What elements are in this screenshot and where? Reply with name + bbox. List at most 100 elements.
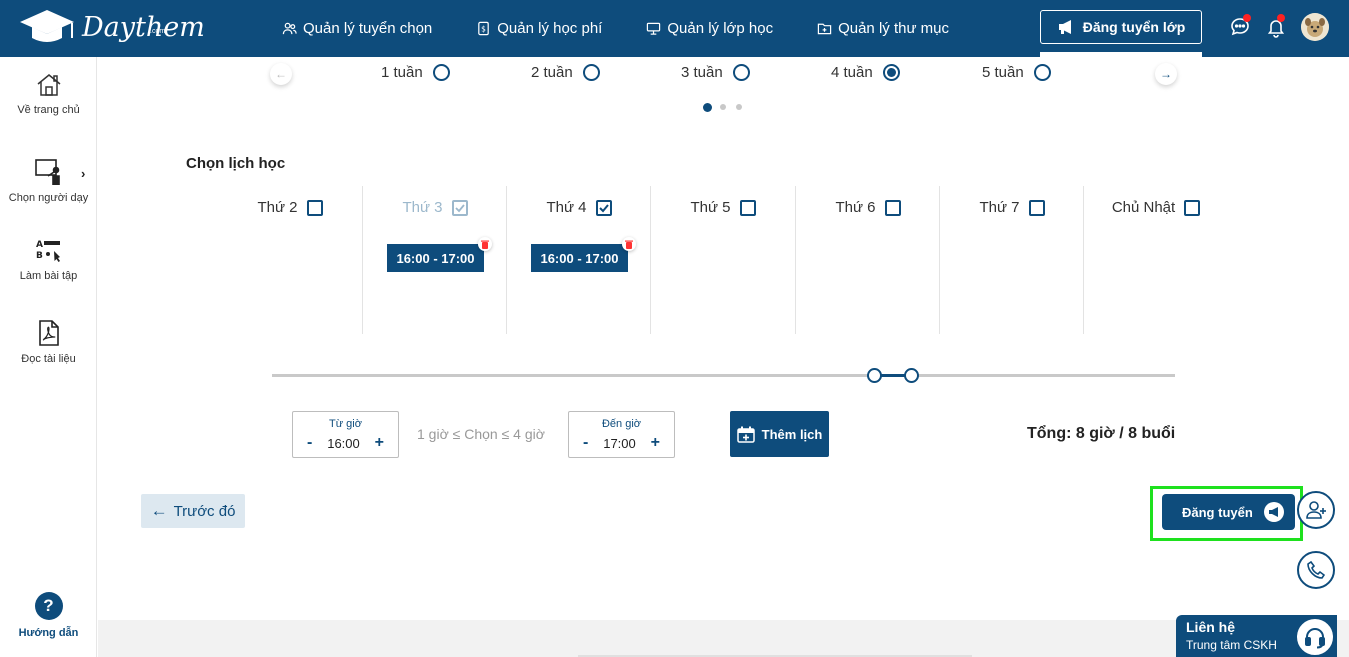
day-toggle[interactable]: Thứ 3 xyxy=(363,199,507,216)
time-slot[interactable]: 16:00 - 17:00 xyxy=(531,237,636,272)
day-checkbox[interactable] xyxy=(884,199,901,216)
day-column-wed: Thứ 4 16:00 - 17:00 xyxy=(506,186,650,334)
sidebar-item-documents[interactable]: Đọc tài liệu xyxy=(0,319,97,365)
pagination-dot[interactable] xyxy=(736,104,742,110)
post-class-button[interactable]: Đăng tuyển lớp xyxy=(1040,10,1202,44)
logo[interactable]: Daythem xyxy=(18,8,205,46)
day-toggle[interactable]: Thứ 5 xyxy=(651,199,795,216)
sidebar-item-home[interactable]: Về trang chủ xyxy=(0,72,97,116)
carousel-next-icon[interactable]: → xyxy=(1155,63,1177,85)
week-label: 1 tuần xyxy=(381,64,423,81)
exercise-icon: AB xyxy=(36,240,60,262)
check-icon xyxy=(454,203,465,212)
contact-support-widget[interactable]: Liên hệ Trung tâm CSKH xyxy=(1176,615,1337,657)
day-checkbox[interactable] xyxy=(306,199,323,216)
add-schedule-label: Thêm lịch xyxy=(761,426,823,442)
week-radio[interactable] xyxy=(582,64,600,81)
submit-post-button[interactable]: Đăng tuyển xyxy=(1162,494,1295,530)
pagination-dot[interactable] xyxy=(720,104,726,110)
end-time-stepper: Đến giờ - 17:00 + xyxy=(568,411,675,458)
carousel-prev-icon[interactable]: ← xyxy=(270,63,292,85)
day-column-sat: Thứ 7 xyxy=(939,186,1083,334)
day-toggle[interactable]: Chủ Nhật xyxy=(1084,199,1228,216)
week-label: 4 tuần xyxy=(831,64,873,81)
increase-end-button[interactable]: + xyxy=(651,434,660,452)
arrow-left-icon: ← xyxy=(150,501,168,520)
help-label: Hướng dẫn xyxy=(18,627,79,639)
add-friend-button[interactable] xyxy=(1297,491,1335,529)
pagination-dot-active[interactable] xyxy=(703,102,712,112)
avatar[interactable] xyxy=(1301,13,1329,41)
previous-button[interactable]: ← Trước đó xyxy=(141,494,245,528)
end-time-label: Đến giờ xyxy=(601,418,641,430)
time-range-track[interactable] xyxy=(272,374,1175,377)
graduation-cap-icon xyxy=(20,10,74,42)
add-schedule-button[interactable]: Thêm lịch xyxy=(730,411,829,457)
day-checkbox[interactable] xyxy=(1028,199,1045,216)
day-checkbox[interactable] xyxy=(739,199,756,216)
chevron-right-icon[interactable]: › xyxy=(81,166,85,181)
total-summary: Tổng: 8 giờ / 8 buổi xyxy=(1027,425,1176,442)
help-link[interactable]: ? Hướng dẫn xyxy=(0,592,97,639)
week-radio-selected[interactable] xyxy=(882,64,900,81)
day-column-thu: Thứ 5 xyxy=(650,186,794,334)
phone-icon xyxy=(1307,560,1326,579)
sidebar-item-label: Về trang chủ xyxy=(17,104,80,116)
time-slot[interactable]: 16:00 - 17:00 xyxy=(387,237,492,272)
week-option-5[interactable]: 5 tuần xyxy=(982,64,1051,81)
classroom-icon xyxy=(647,22,661,35)
headset-icon xyxy=(1295,617,1335,657)
increase-start-button[interactable]: + xyxy=(375,434,384,452)
day-toggle[interactable]: Thứ 2 xyxy=(218,199,362,216)
check-icon xyxy=(598,203,609,212)
week-option-2[interactable]: 2 tuần xyxy=(531,64,600,81)
sidebar-item-label: Chọn người dạy xyxy=(8,192,89,204)
week-radio[interactable] xyxy=(732,64,750,81)
day-column-tue: Thứ 3 16:00 - 17:00 xyxy=(362,186,506,334)
megaphone-icon xyxy=(1264,502,1284,522)
user-plus-icon xyxy=(1306,501,1326,519)
main-nav: Quản lý tuyển chọn $ Quản lý học phí Quả… xyxy=(282,0,993,57)
teacher-icon xyxy=(34,159,60,185)
delete-slot-button[interactable] xyxy=(622,237,636,251)
call-button[interactable] xyxy=(1297,551,1335,589)
decrease-end-button[interactable]: - xyxy=(583,434,588,452)
decrease-start-button[interactable]: - xyxy=(307,434,312,452)
nav-classes[interactable]: Quản lý lớp học xyxy=(646,20,773,37)
day-column-fri: Thứ 6 xyxy=(795,186,939,334)
day-checkbox-checked[interactable] xyxy=(595,199,612,216)
nav-folders[interactable]: Quản lý thư mục xyxy=(817,20,949,37)
day-label: Thứ 4 xyxy=(546,199,587,216)
nav-selection[interactable]: Quản lý tuyển chọn xyxy=(282,20,432,37)
week-option-1[interactable]: 1 tuần xyxy=(381,64,450,81)
time-range-start-handle[interactable] xyxy=(866,368,882,383)
svg-text:B: B xyxy=(36,251,43,261)
post-button-underline xyxy=(1040,52,1202,57)
delete-slot-button[interactable] xyxy=(478,237,492,251)
nav-tuition[interactable]: $ Quản lý học phí xyxy=(476,20,602,37)
start-time-stepper: Từ giờ - 16:00 + xyxy=(292,411,399,458)
day-toggle[interactable]: Thứ 6 xyxy=(796,199,940,216)
svg-text:$: $ xyxy=(481,24,486,33)
question-icon: ? xyxy=(34,592,63,620)
sidebar: Về trang chủ Chọn người dạy › AB Làm bài… xyxy=(0,57,97,657)
carousel-pagination xyxy=(703,102,752,112)
day-toggle[interactable]: Thứ 4 xyxy=(507,199,651,216)
day-toggle[interactable]: Thứ 7 xyxy=(940,199,1084,216)
day-checkbox-checked[interactable] xyxy=(451,199,468,216)
week-radio[interactable] xyxy=(432,64,450,81)
week-option-4[interactable]: 4 tuần xyxy=(831,64,900,81)
sidebar-item-teacher[interactable]: Chọn người dạy xyxy=(0,158,97,204)
nav-label: Quản lý tuyển chọn xyxy=(303,20,433,37)
day-checkbox[interactable] xyxy=(1184,199,1201,216)
sidebar-item-exercise[interactable]: AB Làm bài tập xyxy=(0,238,97,282)
svg-text:A: A xyxy=(36,240,43,250)
week-option-3[interactable]: 3 tuần xyxy=(681,64,750,81)
time-range-end-handle[interactable] xyxy=(904,368,920,383)
money-icon: $ xyxy=(478,21,490,36)
week-radio[interactable] xyxy=(1033,64,1051,81)
submit-label: Đăng tuyển xyxy=(1182,504,1253,520)
trash-icon xyxy=(481,240,489,249)
day-column-mon: Thứ 2 xyxy=(218,186,362,334)
schedule-title: Chọn lịch học xyxy=(186,155,286,172)
